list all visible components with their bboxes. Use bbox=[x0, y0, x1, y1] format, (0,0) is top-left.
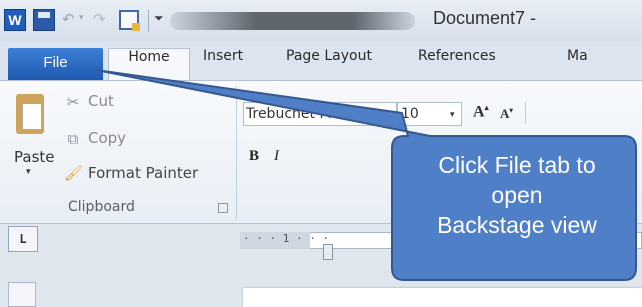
shrink-font-label: A bbox=[500, 106, 510, 121]
paste-button[interactable]: Paste bbox=[14, 148, 55, 166]
callout-line-1: Click File tab to bbox=[438, 152, 596, 178]
indent-marker-icon[interactable] bbox=[323, 244, 333, 260]
tab-insert[interactable]: Insert bbox=[203, 48, 243, 80]
document-title: Document7 - bbox=[433, 8, 537, 28]
quick-access-separator bbox=[148, 10, 149, 32]
paste-dropdown-icon[interactable]: ▾ bbox=[26, 167, 31, 177]
tab-mailings[interactable]: Ma bbox=[567, 48, 588, 80]
tab-stop-selector[interactable]: L bbox=[8, 226, 38, 252]
paintbrush-icon: 🖌 bbox=[64, 164, 84, 182]
redo-icon[interactable]: ↷ bbox=[93, 11, 109, 27]
font-size-dropdown-icon[interactable]: ▾ bbox=[450, 110, 455, 120]
save-icon[interactable] bbox=[33, 9, 55, 31]
callout-line-3: Backstage view bbox=[437, 212, 597, 238]
group-divider bbox=[236, 86, 237, 220]
bold-button[interactable]: B bbox=[249, 148, 259, 165]
tab-page-layout[interactable]: Page Layout bbox=[286, 48, 372, 80]
callout-line-2: open bbox=[491, 182, 543, 208]
dialog-launcher-icon[interactable] bbox=[218, 203, 228, 213]
document-page[interactable] bbox=[243, 288, 642, 307]
font-family-select[interactable]: Trebuchet MS (B bbox=[243, 102, 397, 126]
ruler-ticks: · · · 1 · · · bbox=[243, 232, 330, 245]
cut-button[interactable]: Cut bbox=[88, 92, 114, 110]
blurred-title-region bbox=[170, 12, 415, 30]
scissors-icon: ✂ bbox=[66, 93, 80, 111]
customize-quick-access-icon[interactable]: ⏷ bbox=[154, 11, 164, 26]
italic-button[interactable]: I bbox=[274, 148, 279, 165]
tab-references[interactable]: References bbox=[418, 48, 496, 80]
print-preview-icon[interactable] bbox=[119, 10, 140, 31]
shrink-font-button[interactable]: A▾ bbox=[500, 106, 513, 122]
copy-button[interactable]: Copy bbox=[88, 129, 126, 147]
tab-home[interactable]: Home bbox=[108, 48, 190, 80]
copy-icon: ⧉ bbox=[67, 130, 79, 148]
grow-font-label: A bbox=[473, 103, 485, 121]
paste-icon[interactable] bbox=[16, 94, 44, 134]
font-family-dropdown-icon[interactable]: ▾ bbox=[387, 110, 392, 120]
font-group-divider bbox=[525, 102, 526, 124]
tab-file[interactable]: File bbox=[8, 48, 103, 80]
undo-icon[interactable]: ↶ bbox=[62, 11, 78, 27]
callout-text: Click File tab to open Backstage view bbox=[398, 150, 636, 240]
vertical-ruler-toggle[interactable] bbox=[8, 282, 36, 307]
undo-dropdown-icon[interactable]: ▾ bbox=[79, 13, 84, 23]
word-logo-icon[interactable]: W bbox=[4, 9, 26, 31]
format-painter-button[interactable]: Format Painter bbox=[88, 164, 198, 182]
clipboard-group-label: Clipboard bbox=[68, 199, 135, 215]
grow-font-button[interactable]: A▴ bbox=[473, 103, 489, 121]
